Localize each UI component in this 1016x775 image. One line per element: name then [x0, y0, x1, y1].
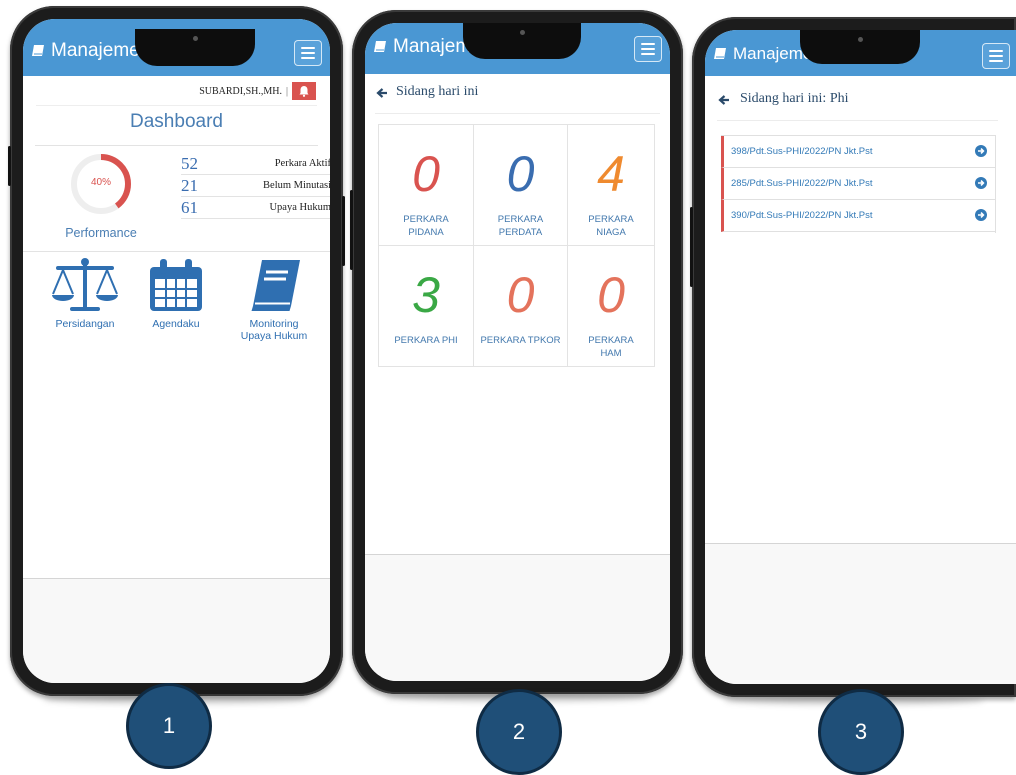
- page-title: Sidang hari ini: [396, 84, 479, 99]
- notification-button[interactable]: [292, 82, 316, 100]
- arrow-circle-right-icon[interactable]: [975, 209, 987, 221]
- performance-caption: Performance: [65, 226, 137, 240]
- stat-value: 21: [181, 176, 198, 195]
- user-bar: SUBARDI,SH.,MH. |: [199, 81, 316, 101]
- calendar-icon: [150, 259, 202, 311]
- stat-row[interactable]: 21 Belum Minutasi: [181, 175, 330, 197]
- grid-cell-pidana[interactable]: 0 PERKARA PIDANA: [379, 125, 474, 246]
- step-marker-2: 2: [476, 689, 562, 775]
- grid-cell-tpkor[interactable]: 0 PERKARA TPKOR: [474, 246, 568, 367]
- stat-value: 61: [181, 198, 198, 217]
- stats-list: 52 Perkara Aktif 21 Belum Minutasi 61 Up…: [181, 153, 330, 219]
- cell-label: PERKARA: [403, 214, 449, 225]
- cell-label: PERKARA: [588, 214, 634, 225]
- menu-button[interactable]: [294, 40, 322, 66]
- count-value: 0: [597, 267, 625, 323]
- count-value: 4: [597, 146, 625, 202]
- cell-label: PERKARA: [588, 335, 634, 346]
- count-value: 0: [506, 146, 535, 202]
- page-title: Dashboard: [130, 111, 223, 132]
- grid-cell-perdata[interactable]: 0 PERKARA PERDATA: [474, 125, 568, 246]
- menu-button[interactable]: [634, 36, 662, 62]
- phone-frame-1: Manajemen SUBARDI,SH.,MH. | Dashboard 40…: [8, 6, 345, 696]
- case-number: 398/Pdt.Sus-PHI/2022/PN Jkt.Pst: [731, 146, 873, 157]
- user-separator: |: [285, 85, 288, 97]
- case-number: 390/Pdt.Sus-PHI/2022/PN Jkt.Pst: [731, 210, 873, 221]
- count-value: 0: [412, 146, 440, 202]
- cell-label: HAM: [600, 348, 622, 359]
- page-header: Sidang hari ini: [375, 81, 660, 114]
- case-number: 285/Pdt.Sus-PHI/2022/PN Jkt.Pst: [731, 178, 873, 189]
- divider: [36, 105, 317, 106]
- cell-label: PERDATA: [498, 227, 543, 238]
- menu-label: Persidangan: [55, 318, 115, 330]
- stat-value: 52: [181, 154, 198, 173]
- step-marker-1: 1: [126, 683, 212, 769]
- page-title: Sidang hari ini: Phi: [740, 91, 849, 106]
- menu-button[interactable]: [982, 43, 1010, 69]
- menu-agendaku[interactable]: Agendaku: [141, 257, 211, 330]
- case-type-grid: 0 PERKARA PIDANA 0 PERKARA PERDATA 4 PER…: [378, 124, 655, 367]
- stat-label: Belum Minutasi: [263, 180, 330, 191]
- scales-icon: [52, 258, 118, 311]
- footer: [365, 554, 670, 681]
- arrow-circle-right-icon[interactable]: [975, 145, 987, 157]
- grid-cell-phi[interactable]: 3 PERKARA PHI: [379, 246, 474, 367]
- divider: [23, 251, 330, 252]
- menu-persidangan[interactable]: Persidangan: [45, 257, 125, 330]
- stat-label: Upaya Hukum: [269, 202, 330, 213]
- case-list: 398/Pdt.Sus-PHI/2022/PN Jkt.Pst 285/Pdt.…: [721, 135, 996, 233]
- case-row[interactable]: 390/Pdt.Sus-PHI/2022/PN Jkt.Pst: [721, 200, 995, 232]
- book-icon: [32, 45, 44, 56]
- stat-row[interactable]: 61 Upaya Hukum: [181, 197, 330, 219]
- back-arrow-icon[interactable]: [718, 94, 730, 106]
- menu-label: Monitoring: [249, 318, 299, 330]
- book-icon: [374, 41, 386, 52]
- user-name[interactable]: SUBARDI,SH.,MH.: [199, 86, 282, 97]
- stat-row[interactable]: 52 Perkara Aktif: [181, 153, 330, 175]
- phone-screen-1: Manajemen SUBARDI,SH.,MH. | Dashboard 40…: [23, 19, 330, 683]
- gauge-label: 40%: [90, 177, 111, 188]
- back-arrow-icon[interactable]: [376, 87, 388, 99]
- cell-label: PIDANA: [408, 227, 444, 238]
- case-row[interactable]: 398/Pdt.Sus-PHI/2022/PN Jkt.Pst: [721, 136, 995, 168]
- phone-screen-2: Manajemen Sidang hari ini 0 PERKARA PIDA…: [365, 23, 670, 681]
- book-icon: [251, 260, 300, 311]
- book-icon: [714, 48, 726, 59]
- phone-frame-2: Manajemen Sidang hari ini 0 PERKARA PIDA…: [350, 10, 683, 694]
- menu-label: Upaya Hukum: [240, 330, 308, 342]
- count-value: 0: [506, 267, 535, 323]
- menu-monitoring-upaya-hukum[interactable]: Monitoring Upaya Hukum: [221, 257, 327, 342]
- page-header: Sidang hari ini: Phi: [717, 88, 998, 121]
- count-value: 3: [412, 267, 440, 323]
- footer: [705, 543, 1016, 684]
- cell-label: PERKARA TPKOR: [480, 335, 561, 346]
- case-row[interactable]: 285/Pdt.Sus-PHI/2022/PN Jkt.Pst: [721, 168, 995, 200]
- bell-icon: [299, 86, 309, 97]
- phone-frame-3: Manajemen Sidang hari ini: Phi 398/Pdt.S…: [690, 17, 1016, 697]
- arrow-circle-right-icon[interactable]: [975, 177, 987, 189]
- footer: [23, 578, 330, 683]
- step-marker-3: 3: [818, 689, 904, 775]
- stat-label: Perkara Aktif: [274, 158, 330, 169]
- grid-cell-ham[interactable]: 0 PERKARA HAM: [568, 246, 655, 367]
- phone-screen-3: Manajemen Sidang hari ini: Phi 398/Pdt.S…: [705, 30, 1016, 684]
- cell-label: PERKARA PHI: [394, 335, 458, 346]
- grid-cell-niaga[interactable]: 4 PERKARA NIAGA: [568, 125, 655, 246]
- cell-label: PERKARA: [497, 214, 544, 225]
- divider: [35, 145, 318, 146]
- cell-label: NIAGA: [596, 227, 626, 238]
- menu-label: Agendaku: [152, 318, 200, 330]
